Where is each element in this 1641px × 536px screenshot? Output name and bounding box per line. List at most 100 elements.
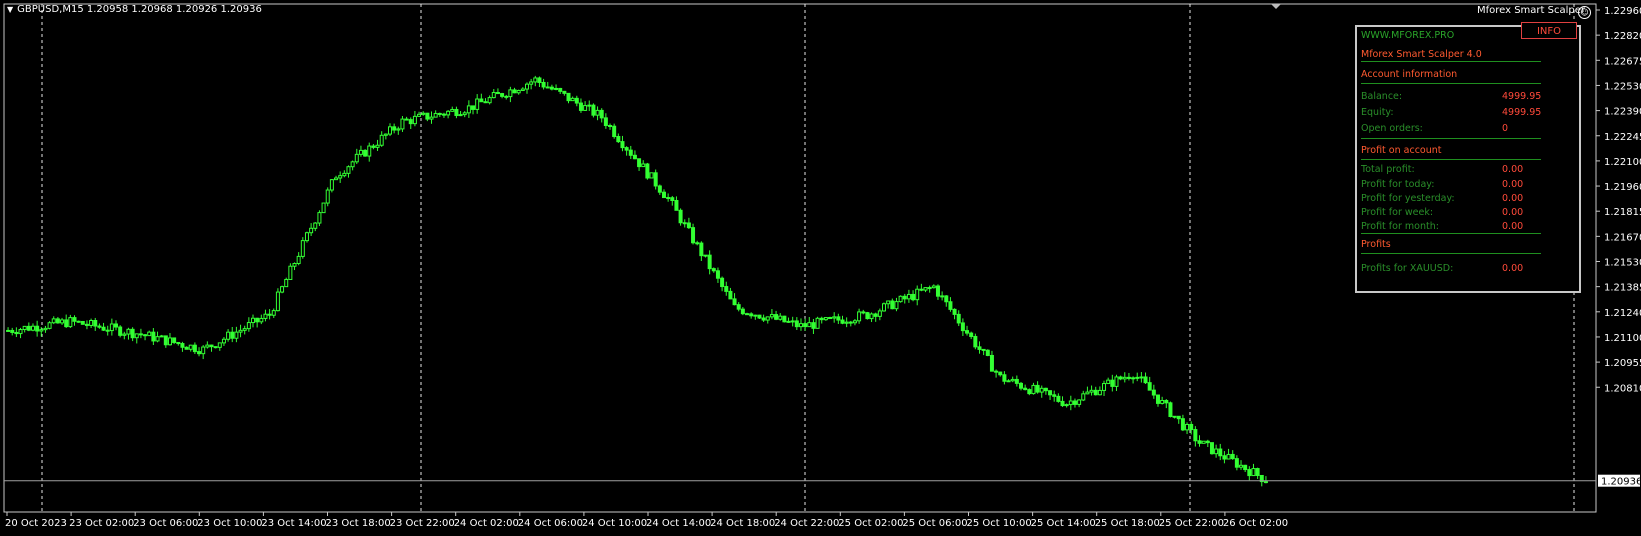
candle-body (965, 330, 970, 334)
candle-body (1180, 418, 1185, 431)
candle-body (441, 113, 446, 116)
candle-body (753, 314, 758, 317)
candle-body (138, 333, 143, 336)
candle-body (47, 322, 52, 329)
xauusd-profit-label: Profits for XAUUSD: (1361, 263, 1454, 274)
profit-week-value: 0.00 (1502, 207, 1524, 218)
candle-body (915, 288, 920, 301)
candle-body (1189, 423, 1194, 431)
price-axis-label: 1.21240 (1604, 308, 1641, 319)
candle-body (649, 172, 654, 179)
candle-body (1060, 400, 1065, 407)
candle-body (848, 321, 853, 324)
candle-body (1135, 376, 1140, 379)
candle-body (757, 314, 762, 319)
candle-body (728, 290, 733, 300)
time-axis-label: 24 Oct 06:00 (518, 518, 583, 529)
candle-body (886, 300, 891, 305)
price-axis-label: 1.21385 (1604, 283, 1641, 294)
candle-body (429, 116, 434, 120)
candle-body (549, 86, 554, 90)
candle-body (545, 86, 550, 89)
candle-body (172, 337, 177, 343)
candle-body (894, 301, 899, 310)
time-axis-label: 26 Oct 02:00 (1223, 518, 1288, 529)
info-button[interactable]: INFO (1521, 22, 1577, 39)
candle-body (1039, 387, 1044, 393)
candle-body (292, 262, 297, 267)
candle-body (417, 113, 422, 117)
candle-body (184, 346, 189, 350)
candle-body (342, 172, 347, 177)
candle-body (898, 295, 903, 303)
candle-body (450, 108, 455, 112)
candle-body (657, 185, 662, 193)
time-axis-label: 25 Oct 06:00 (902, 518, 967, 529)
chart-header: ▼ GBPUSD,M15 1.20958 1.20968 1.20926 1.2… (7, 4, 262, 15)
dropdown-arrow-icon[interactable]: ▼ (7, 5, 13, 14)
candle-body (952, 308, 957, 315)
smiley-icon[interactable]: ☺ (1578, 6, 1591, 19)
website-link[interactable]: WWW.MFOREX.PRO (1361, 30, 1454, 41)
candle-body (93, 319, 98, 327)
candle-body (554, 87, 559, 90)
candle-body (1263, 481, 1268, 484)
candle-body (923, 287, 928, 291)
candle-body (612, 125, 617, 138)
candle-body (97, 325, 102, 328)
candle-body (122, 333, 127, 336)
price-axis-label: 1.21670 (1604, 232, 1641, 243)
candle-body (205, 344, 210, 348)
price-axis-label: 1.22245 (1604, 132, 1641, 143)
candle-body (524, 83, 529, 90)
candle-body (720, 277, 725, 288)
candle-body (1255, 468, 1260, 476)
candle-body (695, 242, 700, 245)
candle-body (454, 108, 459, 117)
candle-body (865, 312, 870, 320)
chart-shift-marker-icon[interactable] (1271, 4, 1281, 9)
candle-body (678, 209, 683, 224)
candle-body (919, 288, 924, 291)
candle-body (147, 331, 152, 337)
candle-body (873, 313, 878, 317)
price-axis-label: 1.21960 (1604, 182, 1641, 193)
candle-body (238, 329, 243, 333)
candle-body (1218, 448, 1223, 457)
price-axis-label: 1.22960 (1604, 6, 1641, 17)
candle-body (163, 335, 168, 346)
candle-body (334, 177, 339, 181)
candle-body (1048, 390, 1053, 396)
candle-body (412, 115, 417, 125)
candle-body (711, 268, 716, 272)
candle-body (358, 149, 363, 155)
candle-body (151, 331, 156, 342)
candle-body (1230, 453, 1235, 460)
candle-body (637, 158, 642, 168)
candle-body (1126, 376, 1131, 379)
candle-body (143, 334, 148, 337)
expert-advisor-name: Mforex Smart Scalper (1476, 5, 1585, 16)
candle-body (1006, 380, 1011, 383)
xauusd-profit-value: 0.00 (1502, 263, 1524, 274)
candle-body (309, 227, 314, 234)
candle-body (487, 97, 492, 104)
candle-body (1023, 387, 1028, 391)
candle-body (906, 293, 911, 300)
candle-body (628, 149, 633, 156)
candle-body (35, 325, 40, 332)
candle-body (271, 310, 276, 316)
candle-body (902, 295, 907, 300)
candle-body (774, 314, 779, 320)
candle-body (400, 118, 405, 130)
time-axis-label: 25 Oct 14:00 (1031, 518, 1096, 529)
candle-body (1222, 455, 1227, 460)
profit-week-label: Profit for week: (1361, 207, 1434, 218)
candle-body (134, 333, 139, 339)
candle-body (329, 179, 334, 191)
candle-body (1081, 393, 1086, 401)
candle-body (1197, 440, 1202, 444)
candle-body (118, 326, 123, 336)
candle-body (1110, 379, 1115, 387)
candle-body (749, 313, 754, 317)
